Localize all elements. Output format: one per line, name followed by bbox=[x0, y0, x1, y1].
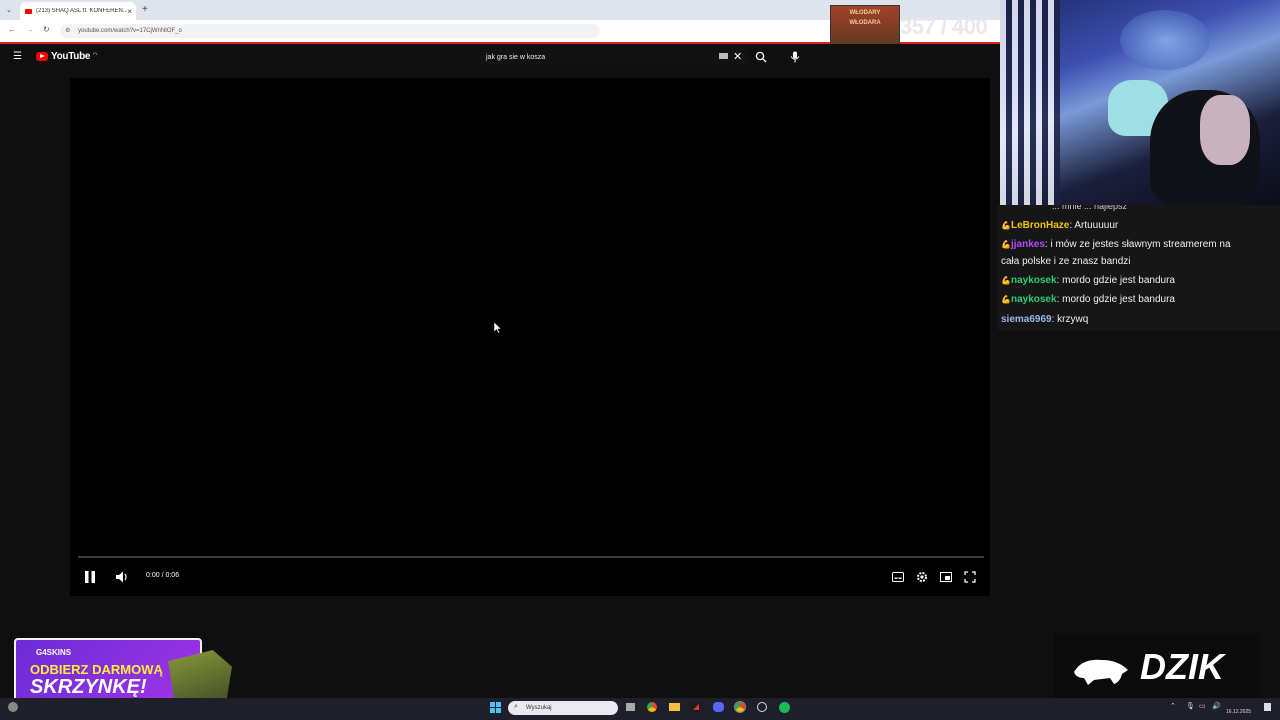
clear-search-icon[interactable]: ✕ bbox=[733, 50, 742, 63]
taskbar-search-placeholder: Wyszukaj bbox=[526, 705, 552, 711]
boar-logo-icon bbox=[1074, 659, 1128, 685]
windows-start-icon[interactable] bbox=[490, 702, 501, 713]
tray-network-icon[interactable]: ▭ bbox=[1199, 702, 1206, 710]
app-circle-icon[interactable] bbox=[757, 702, 767, 712]
video-player[interactable] bbox=[70, 78, 990, 596]
notification-icon[interactable] bbox=[1264, 703, 1271, 711]
chat-message: 💪jjankes: i mów ze jestes sławnym stream… bbox=[1001, 236, 1251, 270]
app-taskbar-icon[interactable]: ◢ bbox=[691, 702, 701, 712]
keyboard-icon[interactable] bbox=[719, 53, 728, 59]
counter-badge-image: WŁODARY WŁODARA bbox=[830, 5, 900, 47]
taskbar-clock[interactable]: 16.12.2025 bbox=[1226, 700, 1251, 716]
microphone-icon[interactable] bbox=[790, 51, 800, 63]
webcam-curtain bbox=[1000, 0, 1060, 205]
promo-brand: G4SKINS bbox=[36, 648, 72, 657]
mouse-cursor-icon bbox=[494, 322, 502, 334]
site-info-icon[interactable]: ⚙ bbox=[65, 27, 70, 34]
webcam-light bbox=[1120, 10, 1210, 70]
volume-icon[interactable] bbox=[116, 571, 129, 583]
pause-icon[interactable] bbox=[84, 570, 96, 584]
taskbar-search-icon: ⌕ bbox=[514, 703, 518, 710]
chat-message: 💪LeBronHaze: Artuuuuur bbox=[1001, 217, 1251, 234]
chat-message: siema6969: krzywq bbox=[1001, 311, 1251, 328]
tray-mic-icon[interactable]: 🎙 bbox=[1186, 702, 1195, 710]
chat-text: : Artuuuuur bbox=[1069, 220, 1119, 231]
tab-list-chevron-icon[interactable]: ⌄ bbox=[6, 6, 12, 14]
task-view-icon[interactable] bbox=[626, 703, 635, 711]
tab-close-icon[interactable]: × bbox=[127, 7, 132, 16]
muscle-badge-icon: 💪 bbox=[1001, 295, 1011, 304]
chat-username[interactable]: LeBronHaze bbox=[1011, 220, 1069, 231]
youtube-logo-text: YouTube bbox=[51, 51, 91, 62]
subtitles-icon[interactable] bbox=[892, 572, 904, 582]
file-explorer-icon[interactable] bbox=[669, 703, 680, 711]
youtube-favicon-icon bbox=[25, 8, 32, 14]
menu-hamburger-icon[interactable]: ☰ bbox=[13, 51, 22, 62]
chat-message: 💪naykosek: mordo gdzie jest bandura bbox=[1001, 272, 1251, 289]
youtube-logo[interactable]: YouTube PL bbox=[36, 51, 98, 62]
chat-text: : mordo gdzie jest bandura bbox=[1056, 275, 1175, 286]
url-field[interactable]: ⚙ youtube.com/watch?v=17CjWnNtOF_o bbox=[60, 24, 600, 38]
taskbar-date: 16.12.2025 bbox=[1226, 709, 1252, 715]
tray-volume-icon[interactable]: 🔊 bbox=[1212, 702, 1221, 710]
search-query-text: jak gra sie w kosza bbox=[486, 53, 546, 61]
reload-icon[interactable]: ↻ bbox=[43, 25, 50, 34]
chat-username[interactable]: naykosek bbox=[1011, 275, 1057, 286]
forward-arrow-icon[interactable]: → bbox=[26, 25, 34, 34]
browser-tab[interactable]: (213) SHAQ ASL ft. KONFEREN... × bbox=[20, 2, 136, 20]
video-timecode: 0:00 / 0:06 bbox=[146, 572, 180, 579]
chrome-taskbar-icon[interactable] bbox=[647, 702, 657, 712]
spotify-icon[interactable] bbox=[779, 702, 790, 713]
taskbar-search-input[interactable]: ⌕ Wyszukaj bbox=[508, 701, 618, 715]
settings-gear-icon[interactable] bbox=[916, 571, 928, 583]
youtube-region-code: PL bbox=[93, 51, 99, 56]
tray-chevron-icon[interactable]: ⌃ bbox=[1170, 702, 1176, 710]
windows-taskbar bbox=[0, 698, 1280, 720]
sponsor-logo-text: DZIK bbox=[1140, 646, 1224, 687]
discord-icon[interactable] bbox=[713, 702, 724, 712]
tab-title: (213) SHAQ ASL ft. KONFEREN... bbox=[36, 8, 128, 14]
new-tab-button[interactable]: + bbox=[142, 4, 148, 15]
muscle-badge-icon: 💪 bbox=[1001, 221, 1011, 230]
promo-subheadline: SKRZYNKĘ! bbox=[30, 676, 147, 698]
youtube-play-logo-icon bbox=[36, 52, 48, 61]
chat-text: : krzywq bbox=[1051, 314, 1089, 325]
search-icon[interactable] bbox=[755, 51, 767, 63]
promo-headline: ODBIERZ DARMOWĄ bbox=[30, 662, 163, 677]
fullscreen-icon[interactable] bbox=[964, 571, 976, 583]
chat-username[interactable]: jjankes bbox=[1011, 239, 1045, 250]
muscle-badge-icon: 💪 bbox=[1001, 240, 1011, 249]
chat-message: 💪naykosek: mordo gdzie jest bandura bbox=[1001, 291, 1251, 308]
taskbar-widget-icon[interactable] bbox=[8, 702, 18, 712]
search-input[interactable]: jak gra sie w kosza bbox=[480, 49, 748, 65]
streamer-webcam bbox=[1000, 0, 1280, 205]
webcam-face bbox=[1200, 95, 1250, 165]
chrome-active-icon[interactable] bbox=[735, 702, 745, 712]
video-progress-bar[interactable] bbox=[78, 556, 984, 558]
chat-username[interactable]: siema6969 bbox=[1001, 314, 1052, 325]
url-text: youtube.com/watch?v=17CjWnNtOF_o bbox=[78, 28, 182, 34]
chat-username[interactable]: naykosek bbox=[1011, 294, 1057, 305]
chat-text: : mordo gdzie jest bandura bbox=[1056, 294, 1175, 305]
back-arrow-icon[interactable]: ← bbox=[8, 25, 16, 34]
miniplayer-icon[interactable] bbox=[940, 572, 952, 582]
counter-badge-text: WŁODARY WŁODARA bbox=[849, 10, 881, 26]
goal-counter: 357 / 400 bbox=[900, 14, 988, 39]
muscle-badge-icon: 💪 bbox=[1001, 276, 1011, 285]
